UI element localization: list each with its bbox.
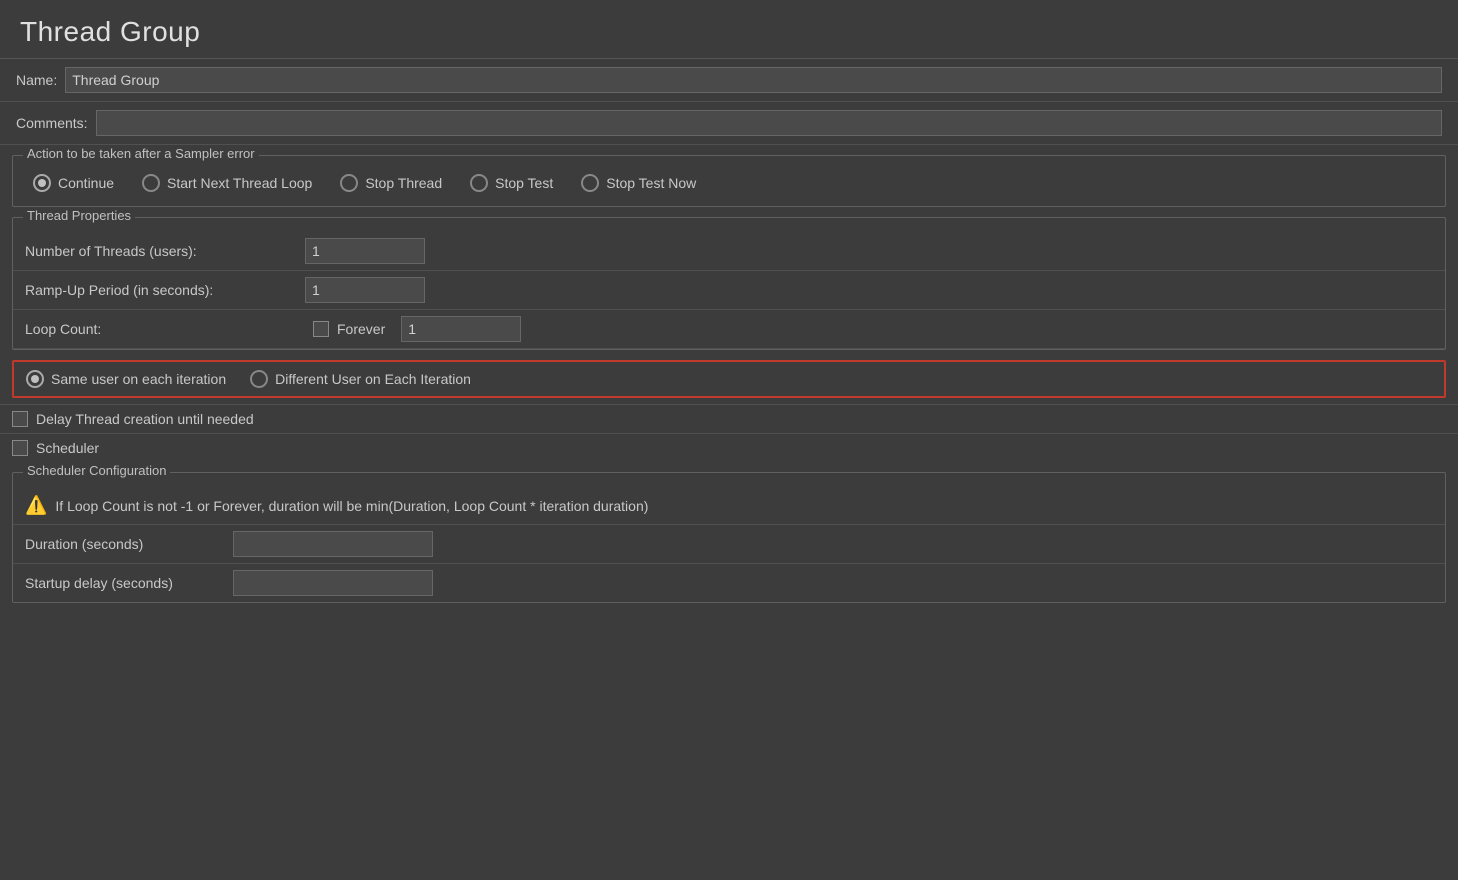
radio-label-stop-test: Stop Test [495,175,553,191]
duration-input[interactable] [233,531,433,557]
loop-count-row: Loop Count: Forever [13,310,1445,349]
comments-input[interactable] [96,110,1442,136]
radio-continue[interactable]: Continue [33,174,114,192]
scheduler-row: Scheduler [0,433,1458,462]
scheduler-warning-text: If Loop Count is not -1 or Forever, dura… [55,498,648,514]
scheduler-config-title: Scheduler Configuration [23,463,170,478]
warning-icon: ⚠️ [25,495,47,516]
name-label: Name: [16,72,57,88]
radio-label-stop-thread: Stop Thread [365,175,442,191]
radio-stop-thread[interactable]: Stop Thread [340,174,442,192]
num-threads-label: Number of Threads (users): [25,243,305,259]
name-field-row: Name: [0,59,1458,102]
startup-delay-row: Startup delay (seconds) [13,563,1445,602]
thread-properties-title: Thread Properties [23,208,135,223]
forever-label: Forever [337,321,385,337]
delay-thread-row: Delay Thread creation until needed [0,404,1458,433]
radio-label-stop-test-now: Stop Test Now [606,175,696,191]
num-threads-row: Number of Threads (users): [13,232,1445,271]
loop-count-label: Loop Count: [25,321,305,337]
scheduler-label: Scheduler [36,440,99,456]
thread-properties-section: Thread Properties Number of Threads (use… [12,217,1446,350]
scheduler-checkbox[interactable] [12,440,28,456]
radio-label-same-user: Same user on each iteration [51,371,226,387]
radio-circle-stop-test-now [581,174,599,192]
duration-row: Duration (seconds) [13,524,1445,563]
forever-checkbox[interactable] [313,321,329,337]
comments-field-row: Comments: [0,102,1458,145]
sampler-error-options: Continue Start Next Thread Loop Stop Thr… [13,156,1445,206]
radio-circle-start-next [142,174,160,192]
ramp-up-row: Ramp-Up Period (in seconds): [13,271,1445,310]
delay-thread-label: Delay Thread creation until needed [36,411,254,427]
page-title: Thread Group [0,0,1458,58]
ramp-up-label: Ramp-Up Period (in seconds): [25,282,305,298]
radio-circle-continue [33,174,51,192]
radio-circle-stop-test [470,174,488,192]
startup-delay-label: Startup delay (seconds) [25,575,225,591]
radio-circle-different-user [250,370,268,388]
radio-stop-test[interactable]: Stop Test [470,174,553,192]
radio-stop-test-now[interactable]: Stop Test Now [581,174,696,192]
sampler-error-title: Action to be taken after a Sampler error [23,146,259,161]
iteration-section: Same user on each iteration Different Us… [12,360,1446,398]
num-threads-input[interactable] [305,238,425,264]
radio-label-continue: Continue [58,175,114,191]
scheduler-config-section: Scheduler Configuration ⚠️ If Loop Count… [12,472,1446,603]
radio-different-user[interactable]: Different User on Each Iteration [250,370,471,388]
ramp-up-input[interactable] [305,277,425,303]
radio-circle-stop-thread [340,174,358,192]
radio-label-start-next: Start Next Thread Loop [167,175,312,191]
name-input[interactable] [65,67,1442,93]
radio-label-different-user: Different User on Each Iteration [275,371,471,387]
delay-thread-checkbox[interactable] [12,411,28,427]
radio-same-user[interactable]: Same user on each iteration [26,370,226,388]
loop-count-input[interactable] [401,316,521,342]
duration-label: Duration (seconds) [25,536,225,552]
comments-label: Comments: [16,115,88,131]
scheduler-warning-row: ⚠️ If Loop Count is not -1 or Forever, d… [13,487,1445,524]
radio-start-next-thread-loop[interactable]: Start Next Thread Loop [142,174,312,192]
sampler-error-section: Action to be taken after a Sampler error… [12,155,1446,207]
startup-delay-input[interactable] [233,570,433,596]
radio-circle-same-user [26,370,44,388]
